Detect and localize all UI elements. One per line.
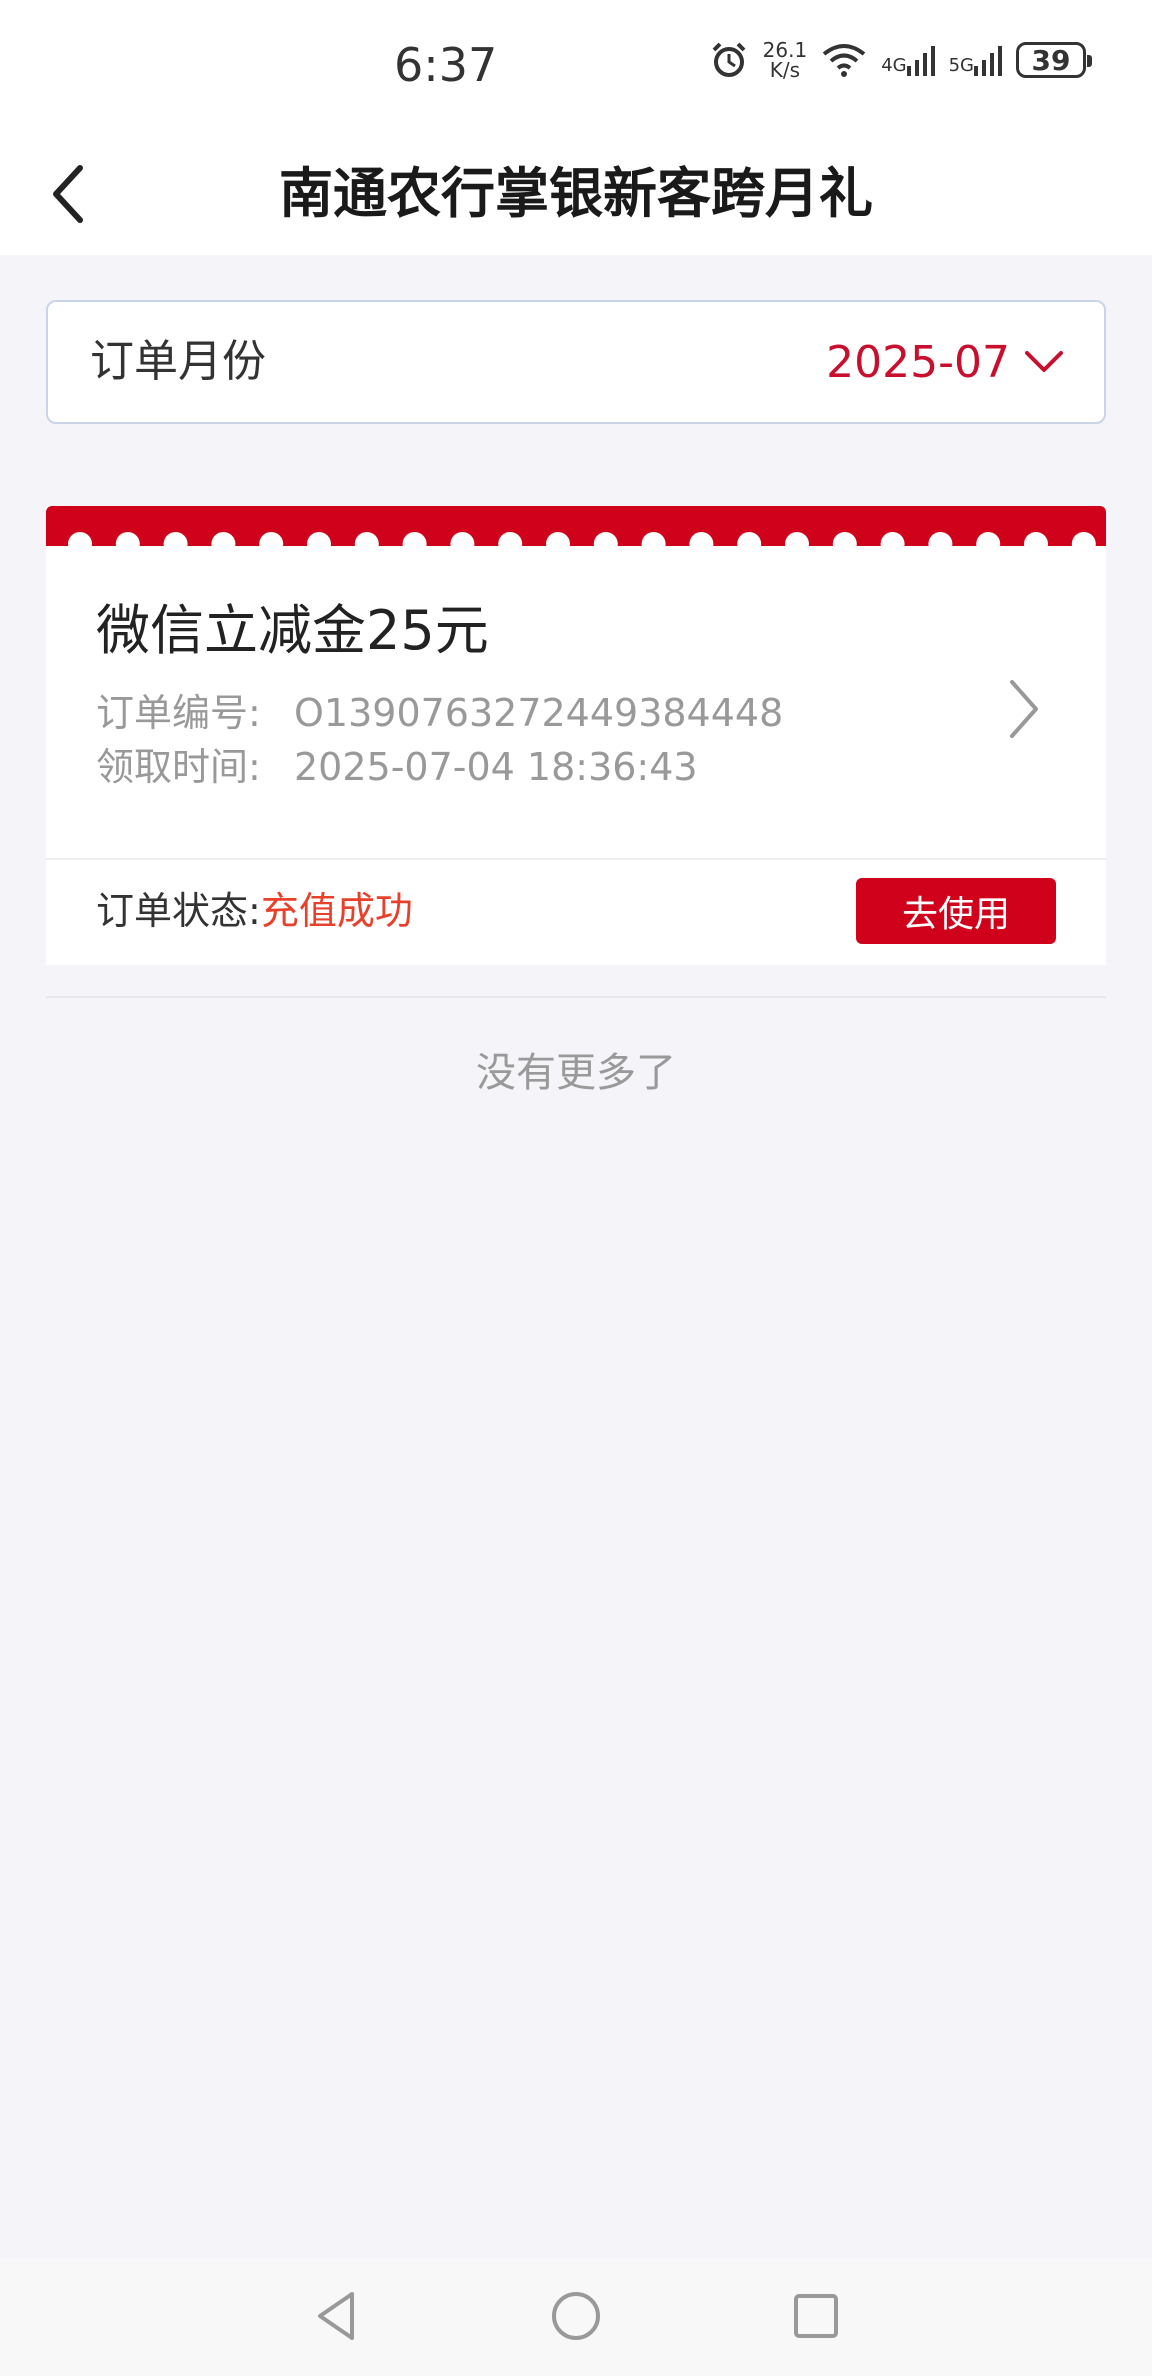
order-status-row: 订单状态: 充值成功: [96, 878, 413, 944]
nav-recents-icon[interactable]: [786, 2286, 846, 2346]
speed-value: 26.1: [762, 38, 808, 62]
ribbon-dot: [593, 532, 618, 556]
signal-5g: 5G: [949, 44, 1002, 76]
order-number-value: O1390763272449384448: [294, 691, 784, 735]
signal-bars-icon: [974, 46, 1002, 76]
network-type-1: 4G: [881, 55, 907, 76]
ribbon-dot: [832, 532, 857, 556]
ribbon-dot: [163, 532, 188, 556]
status-bar: 6:37 26.1 K/s 4G 5G 39: [0, 0, 1152, 140]
month-value: 2025-07: [826, 336, 1010, 388]
order-number-row: 订单编号: O1390763272449384448: [96, 686, 783, 740]
list-divider: [46, 996, 1106, 998]
ribbon-dot: [115, 532, 140, 556]
ribbon-dot: [737, 532, 762, 556]
ribbon-dot: [259, 532, 284, 556]
battery-level: 39: [1031, 43, 1071, 77]
status-time: 6:37: [394, 38, 498, 92]
ribbon-dot: [928, 532, 953, 556]
signal-4g: 4G: [881, 44, 935, 76]
month-filter[interactable]: 订单月份 2025-07: [46, 300, 1106, 424]
app-header: 南通农行掌银新客跨月礼: [0, 140, 1152, 255]
chevron-right-icon[interactable]: [1004, 674, 1044, 744]
order-status-value: 充值成功: [260, 889, 413, 933]
ribbon-dot: [546, 532, 570, 556]
system-nav-bar: [0, 2258, 1152, 2376]
ribbon-dot: [689, 532, 714, 556]
order-number-label: 订单编号:: [96, 691, 261, 735]
ribbon-dot: [211, 532, 236, 556]
network-speed: 26.1 K/s: [763, 40, 808, 80]
ribbon-dot: [450, 532, 475, 556]
ribbon-dot: [498, 532, 523, 556]
scalloped-edge: [68, 532, 1096, 556]
ribbon-dot: [1071, 532, 1096, 556]
alarm-icon: [712, 42, 746, 77]
ribbon-dot: [976, 532, 1001, 556]
order-status-label: 订单状态:: [96, 889, 261, 933]
ribbon-dot: [68, 532, 92, 556]
order-card[interactable]: 微信立减金25元 订单编号: O1390763272449384448 领取时间…: [46, 506, 1106, 965]
battery-icon: 39: [1016, 42, 1092, 78]
order-meta: 订单编号: O1390763272449384448 领取时间: 2025-07…: [96, 686, 783, 794]
ribbon-dot: [354, 532, 379, 556]
ribbon-dot: [641, 532, 666, 556]
signal-bars-icon: [906, 46, 935, 76]
claim-time-label: 领取时间:: [96, 745, 261, 789]
claim-time-value: 2025-07-04 18:36:43: [294, 745, 698, 789]
wifi-icon: [822, 44, 866, 77]
use-button[interactable]: 去使用: [856, 878, 1056, 944]
ribbon-dot: [880, 532, 905, 556]
month-filter-label: 订单月份: [90, 336, 266, 387]
card-divider: [46, 858, 1106, 860]
ribbon-dot: [307, 532, 331, 556]
page-title: 南通农行掌银新客跨月礼: [279, 162, 873, 225]
nav-home-icon[interactable]: [546, 2286, 606, 2346]
ribbon-dot: [785, 532, 809, 556]
month-selector[interactable]: 2025-07: [826, 302, 1064, 422]
ribbon-dot: [402, 532, 427, 556]
nav-back-icon[interactable]: [306, 2286, 366, 2346]
status-icons: 26.1 K/s 4G 5G 39: [709, 40, 1092, 80]
order-name: 微信立减金25元: [96, 599, 489, 662]
claim-time-row: 领取时间: 2025-07-04 18:36:43: [96, 740, 783, 794]
chevron-down-icon: [1025, 351, 1063, 372]
network-type-2: 5G: [948, 55, 974, 76]
ribbon-dot: [1024, 532, 1048, 556]
list-end-text: 没有更多了: [476, 1050, 676, 1096]
speed-unit: K/s: [769, 58, 801, 82]
